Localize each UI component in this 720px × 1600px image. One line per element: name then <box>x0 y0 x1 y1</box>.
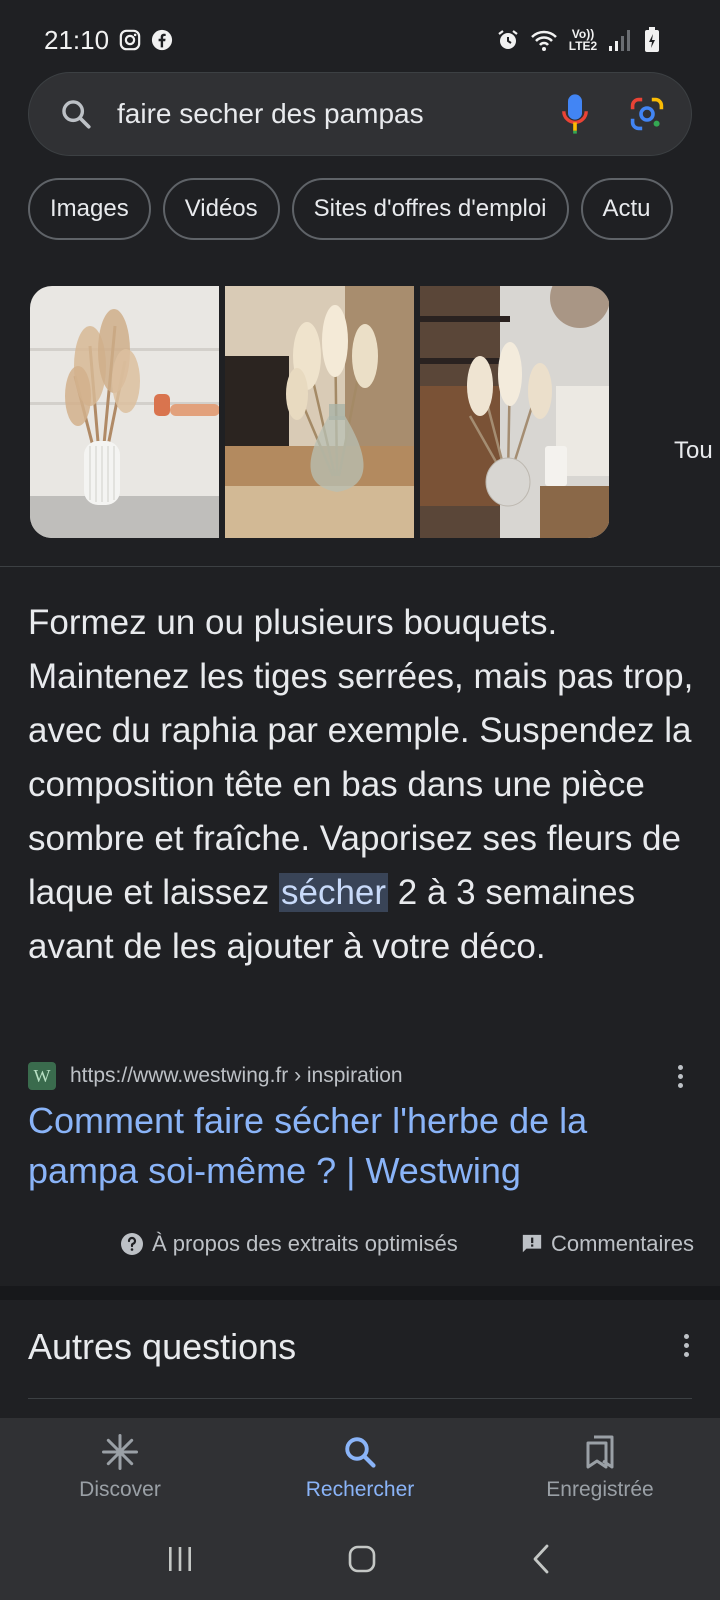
snippet-text-before: Formez un ou plusieurs bouquets. Mainten… <box>28 603 694 912</box>
nav-search-label: Rechercher <box>305 1478 415 1501</box>
result-title-link[interactable]: Comment faire sécher l'herbe de la pampa… <box>28 1096 668 1196</box>
all-images-link[interactable]: Tou <box>674 437 713 465</box>
home-icon[interactable] <box>346 1543 378 1575</box>
divider <box>28 1398 692 1399</box>
image-strip <box>30 286 610 538</box>
more-options-icon[interactable] <box>668 1064 692 1088</box>
status-left: 21:10 <box>44 25 173 56</box>
search-bar[interactable]: faire secher des pampas <box>28 72 692 156</box>
status-right: Vo)) LTE2 <box>496 27 660 53</box>
divider <box>0 566 720 567</box>
pampas-photo-1[interactable] <box>30 286 219 538</box>
search-icon <box>62 100 91 129</box>
about-snippets-link[interactable]: À propos des extraits optimisés <box>120 1231 458 1257</box>
filter-chips: Images Vidéos Sites d'offres d'emploi Ac… <box>28 178 720 242</box>
help-icon <box>121 1233 143 1255</box>
status-time: 21:10 <box>44 24 110 55</box>
chip-jobs[interactable]: Sites d'offres d'emploi <box>291 178 569 240</box>
pampas-photo-2[interactable] <box>225 286 414 538</box>
nav-discover[interactable]: Discover <box>20 1434 220 1502</box>
system-navigation <box>0 1518 720 1600</box>
chip-news[interactable]: Actu <box>580 178 673 240</box>
westwing-favicon: W <box>28 1062 56 1090</box>
source-url[interactable]: https://www.westwing.fr › inspiration <box>70 1064 668 1088</box>
chip-images[interactable]: Images <box>28 178 151 240</box>
bookmarks-icon <box>586 1435 614 1469</box>
feedback-icon <box>522 1234 542 1253</box>
snippet-highlight: sécher <box>278 873 389 912</box>
featured-snippet-text: Formez un ou plusieurs bouquets. Mainten… <box>28 596 700 974</box>
bottom-navigation: Discover Rechercher Enregistrée <box>0 1418 720 1518</box>
nav-search[interactable]: Rechercher <box>260 1434 460 1502</box>
status-bar: 21:10 Vo)) LTE2 <box>0 0 720 80</box>
battery-icon <box>645 27 659 52</box>
nav-discover-label: Discover <box>79 1478 161 1501</box>
back-icon[interactable] <box>529 1543 555 1575</box>
snippet-meta-row: À propos des extraits optimisés Commenta… <box>120 1228 694 1260</box>
signal-icon <box>609 30 630 51</box>
search-icon <box>345 1437 376 1468</box>
network-label: Vo)) LTE2 <box>568 27 598 53</box>
instagram-icon <box>119 29 141 51</box>
alarm-icon <box>498 30 518 49</box>
section-more-icon[interactable] <box>674 1334 698 1357</box>
feedback-link[interactable]: Commentaires <box>521 1231 694 1257</box>
section-title: Autres questions <box>28 1326 297 1367</box>
source-row[interactable]: W https://www.westwing.fr › inspiration <box>28 1060 692 1092</box>
about-snippets-label: À propos des extraits optimisés <box>152 1231 458 1256</box>
recent-apps-icon[interactable] <box>165 1544 195 1574</box>
nav-saved-label: Enregistrée <box>546 1478 654 1501</box>
chip-videos[interactable]: Vidéos <box>162 178 280 240</box>
feedback-label: Commentaires <box>550 1231 694 1256</box>
pampas-photo-3[interactable] <box>420 286 609 538</box>
section-separator <box>0 1286 720 1300</box>
microphone-icon[interactable] <box>561 93 589 135</box>
facebook-icon <box>151 29 173 51</box>
wifi-icon <box>531 30 557 51</box>
nav-saved[interactable]: Enregistrée <box>500 1434 700 1502</box>
google-lens-icon[interactable] <box>629 96 665 132</box>
discover-icon <box>102 1434 138 1470</box>
search-input[interactable]: faire secher des pampas <box>117 98 561 130</box>
